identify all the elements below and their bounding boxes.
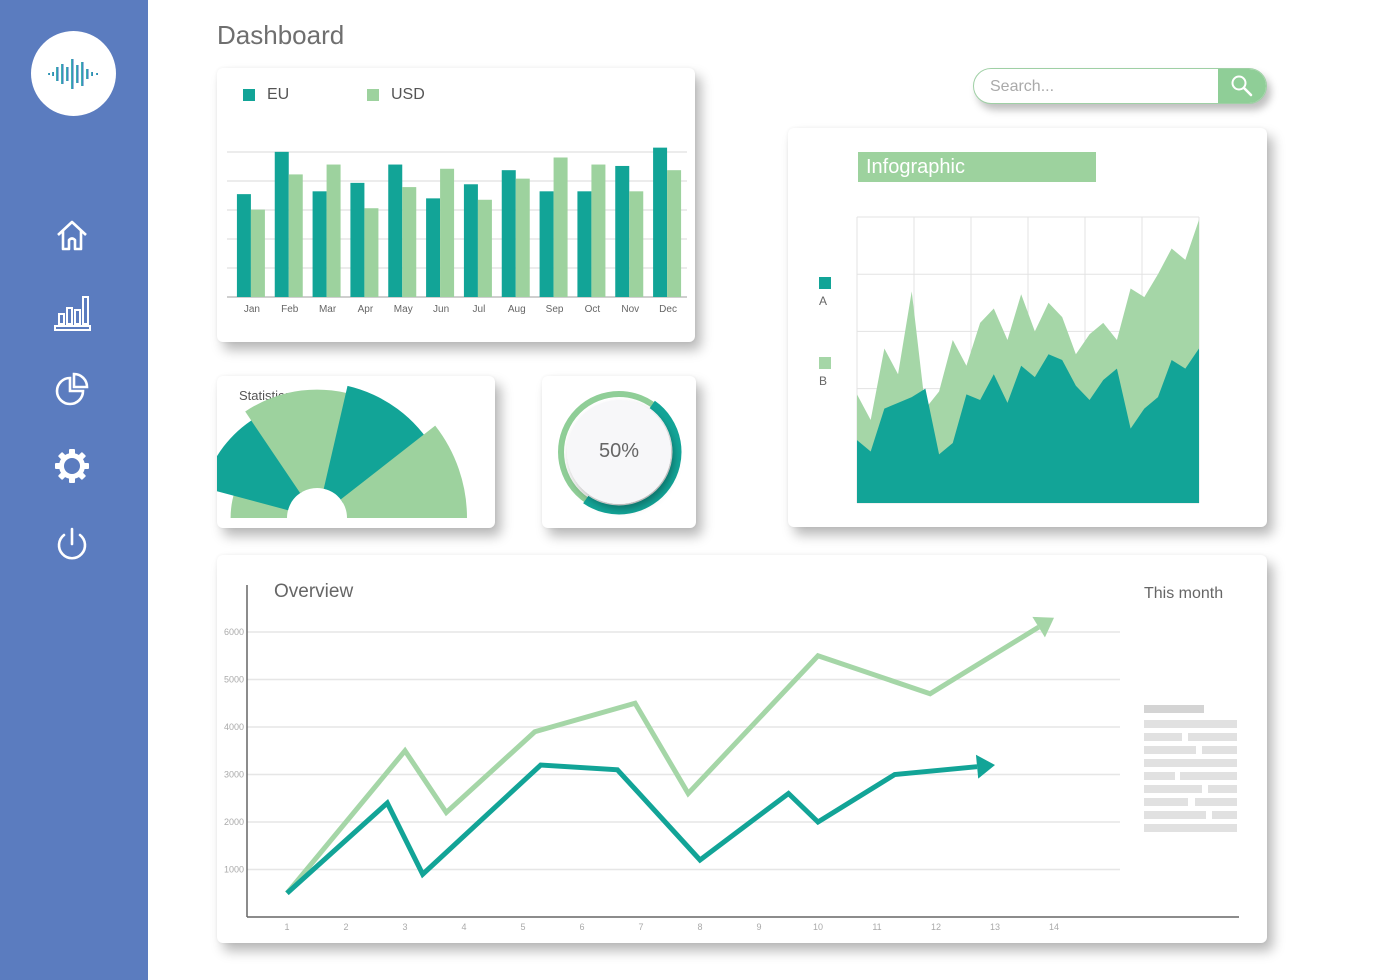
overview-title: Overview	[274, 581, 354, 602]
app-logo[interactable]	[31, 31, 116, 116]
x-tick-label: Mar	[319, 304, 337, 315]
bar-usd-feb	[288, 174, 303, 297]
search-button[interactable]	[1218, 69, 1266, 103]
sidebar-item-settings[interactable]	[50, 444, 94, 488]
bar-eu-apr	[350, 182, 365, 297]
power-icon	[57, 527, 87, 560]
search-bar	[973, 68, 1267, 104]
bar-usd-may	[402, 187, 417, 297]
x-tick-label: Nov	[621, 304, 639, 315]
bar-eu-oct	[577, 191, 592, 297]
x-tick-label: 8	[697, 922, 702, 932]
x-tick-label: 14	[1049, 922, 1059, 932]
bar-usd-jun	[440, 168, 455, 297]
page-title: Dashboard	[217, 20, 345, 50]
statistics-card: Statistics	[217, 376, 495, 528]
bar-chart-icon	[54, 296, 91, 331]
bar-eu-nov	[615, 165, 630, 297]
bar-eu-dec	[653, 147, 668, 297]
gear-icon	[55, 449, 89, 483]
bar-eu-feb	[274, 151, 289, 297]
bar-usd-nov	[629, 191, 644, 297]
x-tick-label: 3	[402, 922, 407, 932]
line-series-dark	[285, 762, 978, 896]
x-tick-label: 5	[520, 922, 525, 932]
line-series-light	[285, 625, 1040, 895]
bar-usd-jul	[477, 199, 492, 297]
x-tick-label: 11	[872, 922, 881, 932]
x-tick-label: Feb	[281, 304, 299, 315]
x-tick-label: May	[394, 304, 413, 315]
x-tick-label: 6	[579, 922, 584, 932]
bar-chart-card: EU USD Jan Feb Mar Apr May Jun Jul Aug Sep Oct Nov…	[217, 68, 695, 342]
sound-wave-logo-icon	[47, 58, 98, 89]
infographic-area-chart	[856, 216, 1200, 504]
x-tick-label: Sep	[546, 304, 564, 315]
overview-card: 1000 2000 3000 4000 5000 6000 1 2 3 4 5 6 7 8 9 10 11 12 1…	[217, 555, 1267, 943]
bar-eu-jul	[463, 184, 478, 297]
x-tick-label: 4	[461, 922, 466, 932]
statistics-chart	[217, 385, 467, 518]
home-icon	[57, 220, 87, 251]
x-tick-label: 1	[284, 922, 289, 932]
x-tick-label: 10	[813, 922, 823, 932]
this-month-title: This month	[1144, 585, 1224, 602]
y-tick-label: 5000	[224, 675, 244, 685]
bar-eu-jun	[426, 198, 441, 297]
bar-usd-apr	[364, 208, 379, 297]
y-tick-label: 1000	[224, 865, 244, 875]
bar-eu-aug	[501, 170, 516, 297]
x-tick-label: 12	[931, 922, 941, 932]
sidebar-item-reports[interactable]	[50, 367, 94, 411]
x-tick-label: Aug	[508, 304, 526, 315]
x-tick-label: Oct	[585, 304, 601, 315]
x-tick-label: Dec	[659, 304, 677, 315]
search-icon	[1231, 75, 1253, 97]
pie-chart-icon	[55, 372, 89, 406]
bar-usd-mar	[326, 164, 341, 297]
progress-card: 50%	[542, 376, 696, 528]
y-tick-label: 2000	[224, 817, 244, 827]
x-tick-label: 13	[990, 922, 1000, 932]
search-input[interactable]	[988, 69, 1212, 103]
sidebar	[0, 0, 148, 980]
bar-usd-jan	[250, 209, 265, 297]
bar-eu-mar	[312, 191, 327, 297]
bar-eu-jan	[236, 194, 251, 297]
progress-label: 50%	[598, 440, 640, 462]
overview-line-chart: 1000200030004000500060001 2 3 4 5 6 7 8 9 10 11 12 1…	[224, 585, 1239, 932]
x-tick-label: Jul	[473, 304, 486, 315]
x-tick-label: Apr	[358, 304, 374, 315]
bar-usd-dec	[667, 170, 682, 297]
infographic-card: Infographic A B	[788, 128, 1267, 527]
bar-usd-aug	[515, 178, 530, 297]
y-tick-label: 4000	[224, 722, 244, 732]
y-tick-label: 6000	[224, 627, 244, 637]
bar-eu-sep	[539, 191, 554, 297]
x-tick-label: 7	[638, 922, 643, 932]
x-tick-label: Jun	[433, 304, 449, 315]
sidebar-item-home[interactable]	[50, 213, 94, 257]
x-tick-label: 2	[343, 922, 348, 932]
bar-chart: Jan Feb Mar Apr May Jun Jul Aug Sep Oct Nov Dec	[227, 147, 687, 315]
sidebar-item-analytics[interactable]	[50, 290, 94, 334]
sidebar-item-logout[interactable]	[50, 522, 94, 566]
x-tick-label: 9	[756, 922, 761, 932]
bar-usd-oct	[591, 164, 606, 297]
y-tick-label: 3000	[224, 770, 244, 780]
bar-usd-sep	[553, 157, 568, 297]
x-tick-label: Jan	[244, 304, 260, 315]
bar-eu-may	[388, 164, 403, 297]
